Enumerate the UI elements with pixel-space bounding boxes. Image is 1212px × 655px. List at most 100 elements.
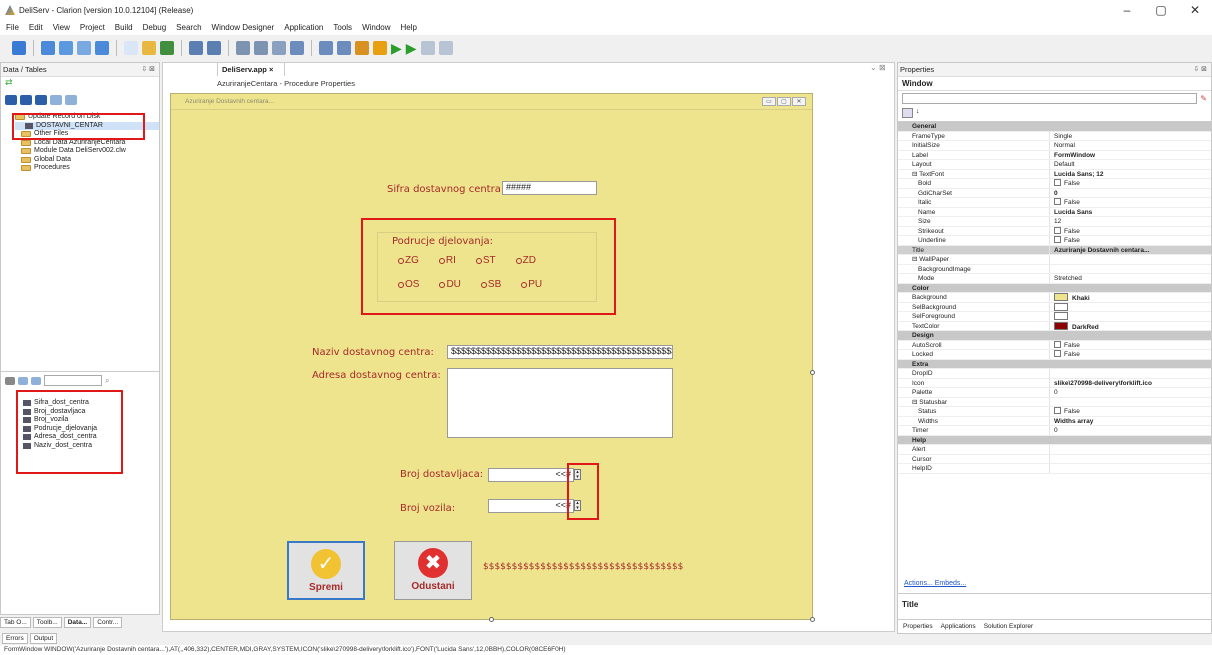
property-value[interactable]: 0 xyxy=(1049,188,1211,197)
sifra-field[interactable]: ##### xyxy=(502,181,597,195)
build-icon[interactable] xyxy=(355,41,369,55)
property-category[interactable]: Help xyxy=(898,435,1211,445)
property-value[interactable] xyxy=(1049,312,1211,321)
property-row[interactable]: TextColor DarkRed xyxy=(898,321,1211,331)
open-app-icon[interactable] xyxy=(59,41,73,55)
categorized-icon[interactable] xyxy=(902,108,913,118)
property-row[interactable]: Icon slike\270998-delivery\forklift.ico xyxy=(898,378,1211,388)
properties-tab[interactable]: Properties xyxy=(900,621,936,632)
object-selector[interactable]: Window xyxy=(898,77,1211,91)
property-row[interactable]: InitialSize Normal xyxy=(898,141,1211,151)
property-value[interactable]: Azuriranje Dostavnih centara... xyxy=(1049,245,1211,254)
naziv-field[interactable]: $$$$$$$$$$$$$$$$$$$$$$$$$$$$$$$$$$$$$$$$… xyxy=(447,345,673,359)
menu-edit[interactable]: Edit xyxy=(29,23,43,32)
pin-icon[interactable]: ⇩ ⊠ xyxy=(141,63,155,76)
property-value[interactable]: 0 xyxy=(1049,426,1211,435)
checkbox-icon[interactable] xyxy=(1054,340,1061,348)
delete-table-icon[interactable] xyxy=(35,95,47,105)
menu-application[interactable]: Application xyxy=(284,23,323,32)
table-icon[interactable] xyxy=(254,41,268,55)
generate-icon[interactable] xyxy=(373,41,387,55)
menu-tools[interactable]: Tools xyxy=(333,23,352,32)
property-value[interactable]: False xyxy=(1049,198,1211,207)
property-value[interactable]: Default xyxy=(1049,160,1211,169)
procedure-icon[interactable] xyxy=(290,41,304,55)
property-value[interactable]: False xyxy=(1049,179,1211,188)
add-item-icon[interactable] xyxy=(160,41,174,55)
tree-item[interactable]: Module Data DeliServ002.clw xyxy=(15,147,159,156)
property-row[interactable]: Alert xyxy=(898,445,1211,455)
property-row[interactable]: AutoScroll False xyxy=(898,340,1211,350)
open-dict-icon[interactable] xyxy=(77,41,91,55)
property-row[interactable]: Background Khaki xyxy=(898,293,1211,303)
controls-tab[interactable]: Contr... xyxy=(93,617,123,628)
cancel-button[interactable]: ✖ Odustani xyxy=(394,541,472,600)
field-filter-input[interactable] xyxy=(44,375,102,386)
property-category[interactable]: General xyxy=(898,122,1211,132)
move-up-icon[interactable] xyxy=(50,95,62,105)
property-row[interactable]: ⊟ WallPaper xyxy=(898,255,1211,265)
tab-close-icon[interactable]: × xyxy=(269,65,273,74)
field-down-icon[interactable] xyxy=(31,376,41,385)
errors-tab[interactable]: Errors xyxy=(2,633,28,644)
property-row[interactable]: Mode Stretched xyxy=(898,274,1211,284)
tree-item[interactable]: Global Data xyxy=(15,156,159,165)
property-row[interactable]: Status False xyxy=(898,407,1211,417)
minimize-button[interactable]: – xyxy=(1110,0,1144,20)
adresa-textarea[interactable] xyxy=(447,368,673,438)
field-up-icon[interactable] xyxy=(18,376,28,385)
property-value[interactable]: Normal xyxy=(1049,141,1211,150)
toolbox-tab[interactable]: Toolb... xyxy=(32,617,62,628)
checkbox-icon[interactable] xyxy=(1054,198,1061,205)
property-row[interactable]: Title Azuriranje Dostavnih centara... xyxy=(898,245,1211,255)
checkbox-icon[interactable] xyxy=(1054,179,1061,186)
property-row[interactable]: Cursor xyxy=(898,454,1211,464)
property-value[interactable]: False xyxy=(1049,407,1211,416)
property-row[interactable]: Layout Default xyxy=(898,160,1211,170)
property-row[interactable]: BackgroundImage xyxy=(898,264,1211,274)
edit-icon[interactable]: ✎ xyxy=(1200,94,1207,103)
redo-icon[interactable] xyxy=(438,41,453,55)
save-button[interactable]: ✓ Spremi xyxy=(287,541,365,600)
property-value[interactable]: 0 xyxy=(1049,388,1211,397)
property-category[interactable]: Extra xyxy=(898,359,1211,369)
property-value[interactable] xyxy=(1049,369,1211,378)
property-value[interactable]: False xyxy=(1049,350,1211,359)
resize-handle[interactable] xyxy=(489,617,494,622)
doc-menu-icon[interactable]: ⌄ ⊠ xyxy=(870,63,886,72)
property-row[interactable]: FrameType Single xyxy=(898,131,1211,141)
run-icon[interactable]: ▶ xyxy=(391,40,402,57)
property-value[interactable] xyxy=(1049,454,1211,463)
output-tab[interactable]: Output xyxy=(29,633,58,644)
property-row[interactable]: SelForeground xyxy=(898,312,1211,322)
property-row[interactable]: Bold False xyxy=(898,179,1211,189)
property-value[interactable]: Lucida Sans xyxy=(1049,207,1211,216)
property-row[interactable]: GdiCharSet 0 xyxy=(898,188,1211,198)
close-button[interactable]: ✕ xyxy=(1178,0,1212,20)
property-value[interactable]: slike\270998-delivery\forklift.ico xyxy=(1049,378,1211,387)
change-table-icon[interactable] xyxy=(20,95,32,105)
open-icon[interactable] xyxy=(41,41,55,55)
property-row[interactable]: Palette 0 xyxy=(898,388,1211,398)
move-down-icon[interactable] xyxy=(65,95,77,105)
embed-icon[interactable] xyxy=(319,41,333,55)
menu-search[interactable]: Search xyxy=(176,23,201,32)
menu-debug[interactable]: Debug xyxy=(143,23,167,32)
checkbox-icon[interactable] xyxy=(1054,350,1061,357)
open-folder-icon[interactable] xyxy=(142,41,156,55)
dictionary-icon[interactable] xyxy=(236,41,250,55)
property-value[interactable] xyxy=(1049,264,1211,273)
property-row[interactable]: ⊟ Statusbar xyxy=(898,397,1211,407)
property-value[interactable]: DarkRed xyxy=(1049,321,1211,330)
property-value[interactable]: False xyxy=(1049,226,1211,235)
new-app-icon[interactable] xyxy=(12,41,26,55)
tree-toolbar-icon[interactable]: ⇄ xyxy=(1,77,159,89)
property-row[interactable]: DropID xyxy=(898,369,1211,379)
property-search-input[interactable] xyxy=(902,92,1198,104)
property-value[interactable] xyxy=(1049,397,1211,406)
checkbox-icon[interactable] xyxy=(1054,407,1061,414)
document-tab[interactable]: DeliServ.app × xyxy=(217,62,285,76)
data-tab[interactable]: Data... xyxy=(63,617,92,628)
broj-vozila-field[interactable]: <<# xyxy=(488,499,574,513)
property-row[interactable]: HelpID xyxy=(898,464,1211,474)
